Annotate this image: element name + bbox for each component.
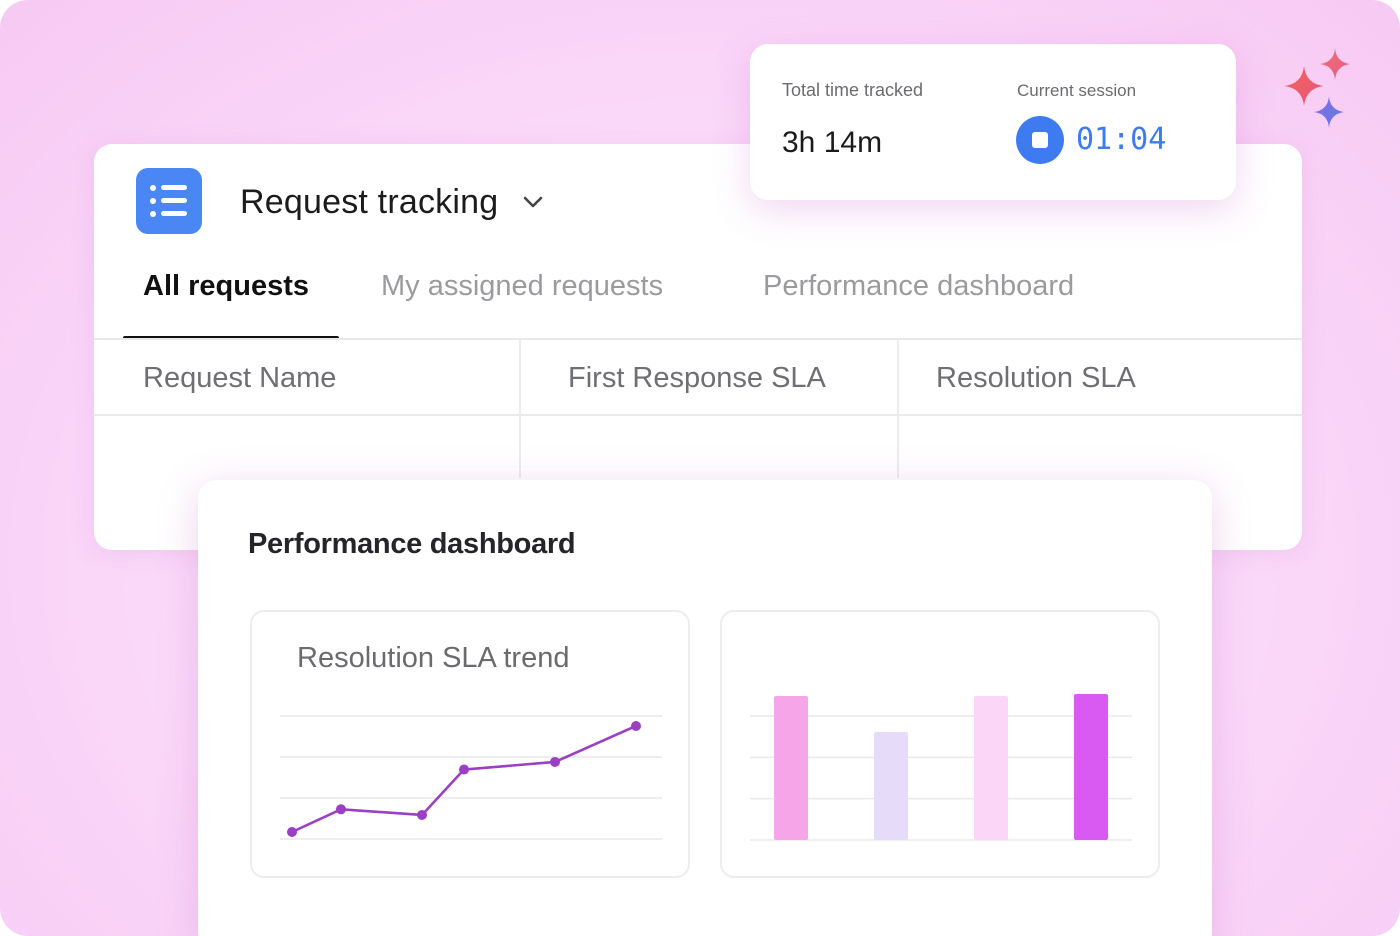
tab-bar: All requests My assigned requests Perfor… xyxy=(94,262,1302,340)
chevron-down-icon xyxy=(524,196,543,208)
bar xyxy=(774,696,808,840)
column-header-resolution-sla[interactable]: Resolution SLA xyxy=(936,362,1136,395)
stop-timer-button[interactable] xyxy=(1016,116,1064,164)
column-header-request-name[interactable]: Request Name xyxy=(143,362,336,395)
sparkles-icon xyxy=(1284,48,1350,128)
data-point xyxy=(631,721,641,731)
line-chart xyxy=(280,715,662,840)
tab-my-assigned-requests[interactable]: My assigned requests xyxy=(381,270,663,303)
data-point xyxy=(287,827,297,837)
column-divider xyxy=(519,338,521,478)
resolution-sla-trend-panel: Resolution SLA trend xyxy=(250,610,690,878)
data-point xyxy=(550,756,560,767)
column-header-first-response-sla[interactable]: First Response SLA xyxy=(568,362,826,395)
dashboard-title: Performance dashboard xyxy=(248,528,576,560)
data-point xyxy=(459,764,469,775)
current-session-label: Current session xyxy=(1017,81,1137,100)
data-point xyxy=(336,804,346,815)
bar xyxy=(1074,694,1108,840)
total-time-value: 3h 14m xyxy=(782,126,883,159)
data-point xyxy=(417,809,427,820)
app-title: Request tracking xyxy=(240,182,499,221)
time-tracking-card: Total time tracked 3h 14m Current sessio… xyxy=(750,44,1236,200)
column-divider xyxy=(897,338,899,478)
list-icon[interactable] xyxy=(136,168,202,234)
session-timer: 01:04 xyxy=(1076,122,1167,157)
total-time-label: Total time tracked xyxy=(782,80,924,100)
bar-chart xyxy=(750,694,1132,841)
bar xyxy=(974,696,1008,840)
app-title-dropdown[interactable]: Request tracking xyxy=(240,182,546,222)
stop-icon xyxy=(1032,132,1048,148)
bar-chart-panel xyxy=(720,610,1160,878)
tab-performance-dashboard[interactable]: Performance dashboard xyxy=(763,270,1074,303)
tab-all-requests[interactable]: All requests xyxy=(143,270,309,303)
performance-dashboard-card: Performance dashboard Resolution SLA tre… xyxy=(198,480,1212,936)
trend-line xyxy=(291,724,637,834)
table-header: Request Name First Response SLA Resoluti… xyxy=(94,338,1302,416)
bar xyxy=(874,732,908,840)
